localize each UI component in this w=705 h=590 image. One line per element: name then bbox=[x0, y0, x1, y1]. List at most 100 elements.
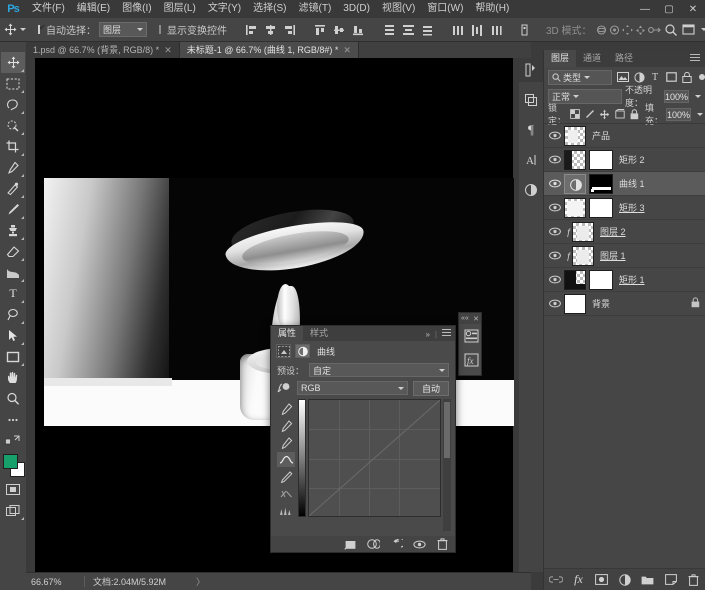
status-expand-arrow-icon[interactable]: 〉 bbox=[166, 575, 205, 588]
adjustment-target-icon[interactable] bbox=[276, 344, 291, 358]
align-distribute-options-icon[interactable] bbox=[518, 21, 531, 39]
filter-enable-toggle[interactable] bbox=[699, 74, 705, 80]
tab-layers[interactable]: 图层 bbox=[544, 50, 576, 67]
distribute-right-edges-icon[interactable] bbox=[487, 21, 506, 39]
three-d-roll-icon[interactable] bbox=[608, 21, 621, 39]
tool-preset-caret-icon[interactable] bbox=[20, 28, 26, 31]
edit-toolbar-button[interactable] bbox=[1, 409, 25, 430]
distribute-bottom-edges-icon[interactable] bbox=[418, 21, 437, 39]
smooth-curve-tool[interactable] bbox=[277, 486, 295, 501]
three-d-pan-icon[interactable] bbox=[621, 21, 634, 39]
lasso-tool[interactable] bbox=[1, 94, 25, 115]
close-tab-icon[interactable]: ✕ bbox=[164, 45, 172, 55]
auto-button[interactable]: 自动 bbox=[413, 381, 449, 396]
mini-close-icon[interactable]: ✕ bbox=[473, 315, 479, 323]
brush-tool[interactable] bbox=[1, 199, 25, 220]
menu-select[interactable]: 选择(S) bbox=[247, 0, 292, 18]
move-tool-icon[interactable] bbox=[4, 21, 17, 39]
eyedropper-tool[interactable] bbox=[1, 157, 25, 178]
zoom-level[interactable]: 66.67% bbox=[26, 577, 84, 587]
layer-name[interactable]: 矩形 2 bbox=[619, 153, 645, 166]
arrange-caret-icon[interactable] bbox=[701, 28, 705, 31]
table-row[interactable]: 矩形 1 bbox=[544, 268, 705, 292]
shape-filter-icon[interactable] bbox=[665, 71, 677, 84]
path-selection-tool[interactable] bbox=[1, 325, 25, 346]
align-horizontal-centers-icon[interactable] bbox=[261, 21, 280, 39]
layer-visibility-toggle[interactable] bbox=[546, 220, 564, 244]
layer-thumbnail[interactable] bbox=[564, 198, 586, 218]
on-image-adjust-icon[interactable] bbox=[277, 381, 292, 396]
rectangle-shape-tool[interactable] bbox=[1, 346, 25, 367]
three-d-slide-icon[interactable] bbox=[634, 21, 647, 39]
layer-visibility-toggle[interactable] bbox=[546, 172, 564, 196]
quick-mask-icon[interactable] bbox=[1, 479, 25, 500]
curves-grid[interactable] bbox=[308, 399, 441, 517]
distribute-left-edges-icon[interactable] bbox=[449, 21, 468, 39]
smart-object-filter-icon[interactable] bbox=[681, 71, 693, 84]
menu-edit[interactable]: 编辑(E) bbox=[71, 0, 116, 18]
three-d-zoom-icon[interactable] bbox=[647, 21, 662, 39]
zoom-tool[interactable] bbox=[1, 388, 25, 409]
menu-window[interactable]: 窗口(W) bbox=[421, 0, 469, 18]
close-tab-icon[interactable]: ✕ bbox=[343, 45, 351, 55]
fill-caret-icon[interactable] bbox=[697, 113, 703, 116]
layer-visibility-toggle[interactable] bbox=[546, 124, 564, 148]
align-left-edges-icon[interactable] bbox=[242, 21, 261, 39]
histogram-icon[interactable] bbox=[277, 503, 295, 518]
add-mask-icon[interactable] bbox=[595, 573, 609, 587]
layer-thumbnail[interactable] bbox=[564, 150, 586, 170]
menu-filter[interactable]: 滤镜(T) bbox=[293, 0, 338, 18]
layer-filter-type-dropdown[interactable]: 类型 bbox=[548, 70, 612, 85]
layer-visibility-toggle[interactable] bbox=[546, 148, 564, 172]
delete-adjustment-icon[interactable] bbox=[436, 538, 449, 551]
layer-visibility-toggle[interactable] bbox=[546, 244, 564, 268]
align-vertical-centers-icon[interactable] bbox=[330, 21, 349, 39]
view-previous-state-icon[interactable] bbox=[367, 538, 380, 551]
character-icon[interactable]: A bbox=[519, 148, 543, 172]
document-tab-1[interactable]: 1.psd @ 66.7% (背景, RGB/8) *✕ bbox=[26, 42, 180, 58]
eraser-tool[interactable] bbox=[1, 241, 25, 262]
lock-image-icon[interactable] bbox=[584, 108, 595, 120]
clone-stamp-tool[interactable] bbox=[1, 220, 25, 241]
layer-visibility-toggle[interactable] bbox=[546, 196, 564, 220]
gradient-tool[interactable] bbox=[1, 262, 25, 283]
menu-layer[interactable]: 图层(L) bbox=[158, 0, 202, 18]
menu-file[interactable]: 文件(F) bbox=[26, 0, 71, 18]
new-adjustment-icon[interactable] bbox=[618, 573, 632, 587]
distribute-horizontal-centers-icon[interactable] bbox=[468, 21, 487, 39]
lock-position-icon[interactable] bbox=[599, 108, 610, 120]
layer-name[interactable]: 矩形 3 bbox=[619, 201, 645, 214]
table-row[interactable]: 矩形 2 bbox=[544, 148, 705, 172]
opacity-caret-icon[interactable] bbox=[695, 95, 701, 98]
table-row[interactable]: 产品 bbox=[544, 124, 705, 148]
preset-dropdown[interactable]: 自定 bbox=[309, 363, 449, 377]
adjustments-icon[interactable] bbox=[519, 178, 543, 202]
screen-mode-icon[interactable] bbox=[1, 500, 25, 521]
layer-name[interactable]: 曲线 1 bbox=[619, 177, 645, 190]
reset-icon[interactable] bbox=[390, 538, 403, 551]
menu-type[interactable]: 文字(Y) bbox=[202, 0, 247, 18]
move-tool[interactable] bbox=[1, 52, 25, 73]
table-row[interactable]: ƒ 图层 2 bbox=[544, 220, 705, 244]
lock-transparency-icon[interactable] bbox=[569, 108, 580, 120]
color-swatches[interactable] bbox=[1, 453, 25, 479]
three-d-orbit-icon[interactable] bbox=[595, 21, 608, 39]
close-button[interactable]: ✕ bbox=[681, 0, 705, 18]
curve-pencil-tool[interactable] bbox=[277, 469, 295, 484]
link-layers-icon[interactable] bbox=[549, 573, 563, 587]
panel-menu-icon[interactable] bbox=[442, 329, 451, 339]
scrollbar-thumb[interactable] bbox=[444, 402, 450, 458]
channel-dropdown[interactable]: RGB bbox=[297, 381, 408, 395]
tab-paths[interactable]: 路径 bbox=[608, 50, 640, 67]
auto-select-checkbox[interactable] bbox=[38, 25, 40, 34]
hand-tool[interactable] bbox=[1, 367, 25, 388]
tab-channels[interactable]: 通道 bbox=[576, 50, 608, 67]
layer-mask-thumbnail[interactable] bbox=[589, 150, 613, 170]
menu-3d[interactable]: 3D(D) bbox=[337, 0, 376, 18]
gray-point-eyedropper[interactable] bbox=[277, 418, 295, 433]
table-row[interactable]: 矩形 3 bbox=[544, 196, 705, 220]
layer-thumbnail[interactable] bbox=[564, 270, 586, 290]
pen-tool[interactable] bbox=[1, 304, 25, 325]
pixel-filter-icon[interactable] bbox=[617, 71, 629, 84]
properties-scrollbar[interactable] bbox=[443, 399, 451, 531]
